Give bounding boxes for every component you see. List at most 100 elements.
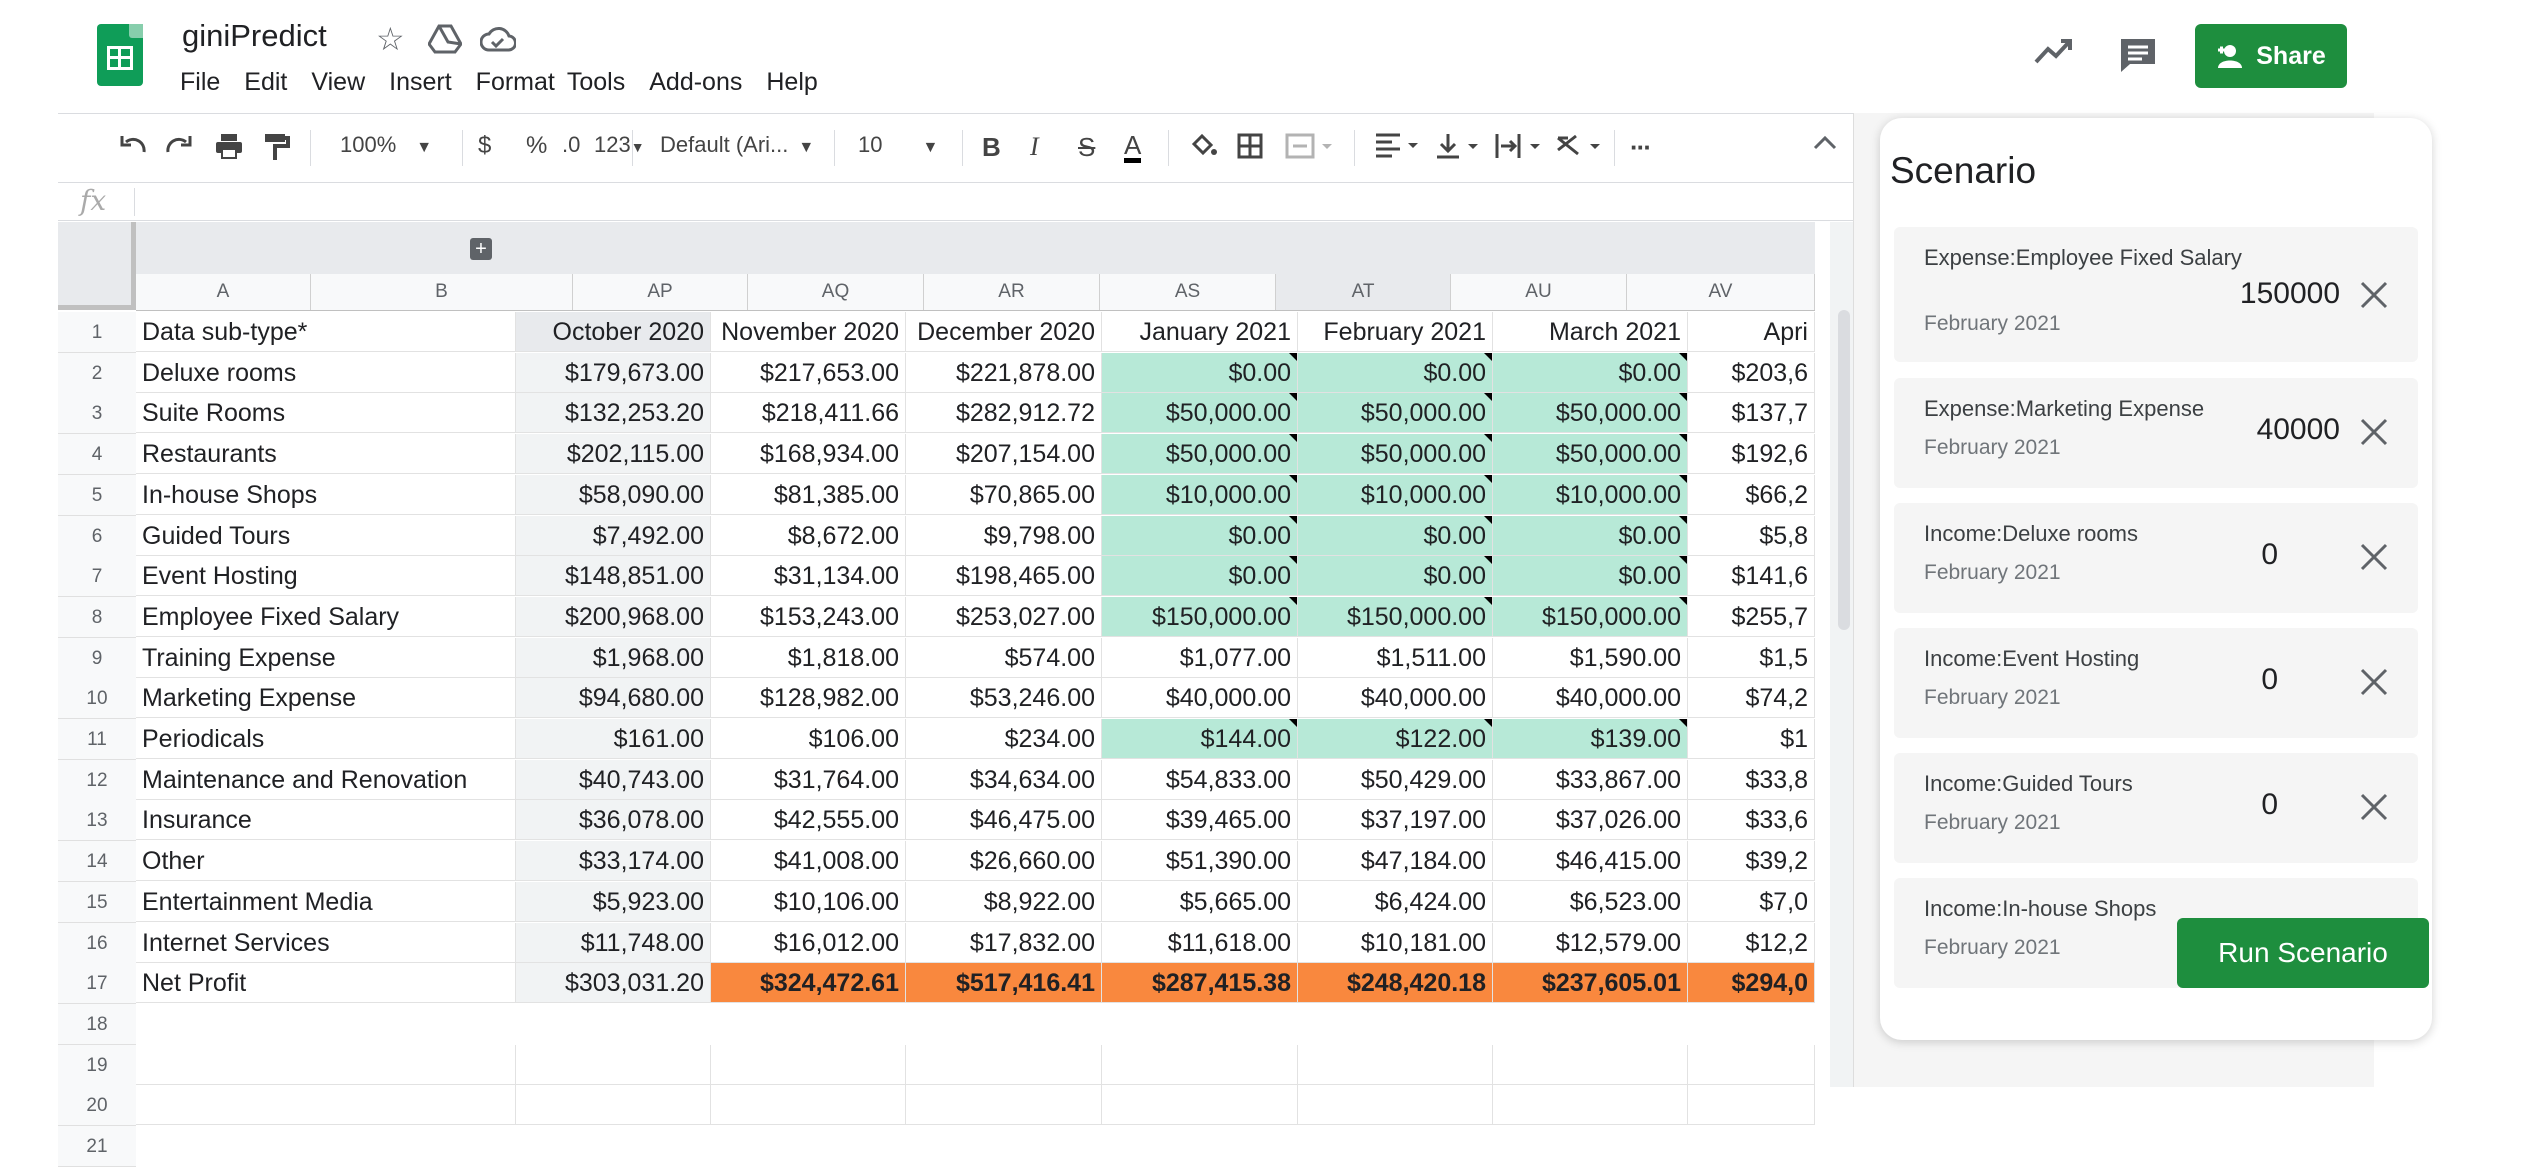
value-cell[interactable]: $1,5: [1688, 638, 1815, 678]
net-profit-cell[interactable]: $294,0: [1688, 963, 1815, 1003]
value-cell[interactable]: $11,618.00: [1102, 923, 1298, 963]
more-formats-button[interactable]: 123▼: [594, 132, 645, 158]
value-cell[interactable]: $81,385.00: [711, 475, 906, 515]
column-header-as[interactable]: AS: [1100, 274, 1276, 310]
row-label-cell[interactable]: Deluxe rooms: [136, 353, 516, 393]
vertical-align-icon[interactable]: [1434, 132, 1482, 166]
menu-file[interactable]: File: [180, 68, 220, 97]
value-cell[interactable]: $39,465.00: [1102, 800, 1298, 840]
scenario-item-value[interactable]: 150000: [2240, 277, 2340, 311]
net-profit-cell[interactable]: $517,416.41: [906, 963, 1102, 1003]
zoom-select[interactable]: 100% ▼: [340, 132, 432, 158]
row-label-cell[interactable]: Internet Services: [136, 923, 516, 963]
value-cell[interactable]: $203,6: [1688, 353, 1815, 393]
row-header[interactable]: 13: [58, 800, 136, 841]
percent-format-button[interactable]: %: [516, 132, 557, 160]
value-cell[interactable]: $1: [1688, 719, 1815, 759]
empty-cell[interactable]: [906, 1085, 1102, 1125]
menu-insert[interactable]: Insert: [389, 68, 452, 97]
month-header-cell[interactable]: Apri: [1688, 312, 1815, 352]
value-cell[interactable]: $50,000.00: [1102, 393, 1298, 433]
value-cell[interactable]: $253,027.00: [906, 597, 1102, 637]
row-header[interactable]: 21: [58, 1126, 136, 1167]
value-cell[interactable]: $207,154.00: [906, 434, 1102, 474]
value-cell[interactable]: $50,000.00: [1493, 393, 1688, 433]
value-cell[interactable]: $128,982.00: [711, 678, 906, 718]
row-header[interactable]: 17: [58, 963, 136, 1004]
move-to-drive-icon[interactable]: [427, 24, 463, 59]
value-cell[interactable]: $50,000.00: [1298, 434, 1493, 474]
row-header[interactable]: 4: [58, 434, 136, 475]
empty-cell[interactable]: [136, 1085, 516, 1125]
value-cell[interactable]: $10,000.00: [1102, 475, 1298, 515]
italic-button[interactable]: I: [1030, 132, 1039, 162]
row-header[interactable]: 9: [58, 638, 136, 679]
empty-cell[interactable]: [906, 1045, 1102, 1085]
row-header[interactable]: 6: [58, 516, 136, 557]
row-label-cell[interactable]: Other: [136, 841, 516, 881]
value-cell[interactable]: $34,634.00: [906, 760, 1102, 800]
value-cell[interactable]: $234.00: [906, 719, 1102, 759]
value-cell[interactable]: $202,115.00: [516, 434, 711, 474]
row-header[interactable]: 10: [58, 678, 136, 719]
value-cell[interactable]: $0.00: [1102, 556, 1298, 596]
value-cell[interactable]: $41,008.00: [711, 841, 906, 881]
remove-icon[interactable]: [2358, 416, 2390, 453]
value-cell[interactable]: $144.00: [1102, 719, 1298, 759]
select-all-corner[interactable]: [58, 222, 136, 310]
value-cell[interactable]: $10,106.00: [711, 882, 906, 922]
paint-format-icon[interactable]: [262, 132, 290, 168]
value-cell[interactable]: $153,243.00: [711, 597, 906, 637]
value-cell[interactable]: $10,000.00: [1298, 475, 1493, 515]
scenario-item-value[interactable]: 0: [2261, 788, 2278, 822]
text-wrap-icon[interactable]: [1494, 132, 1544, 166]
column-header-au[interactable]: AU: [1451, 274, 1627, 310]
expand-group-icon[interactable]: +: [470, 238, 492, 260]
share-button[interactable]: Share: [2195, 24, 2347, 88]
redo-icon[interactable]: [164, 132, 194, 164]
merge-cells-icon[interactable]: [1284, 132, 1334, 166]
empty-cell[interactable]: [1298, 1085, 1493, 1125]
value-cell[interactable]: $255,7: [1688, 597, 1815, 637]
value-cell[interactable]: $282,912.72: [906, 393, 1102, 433]
bold-button[interactable]: B: [982, 132, 1001, 163]
net-profit-cell[interactable]: $303,031.20: [516, 963, 711, 1003]
value-cell[interactable]: $33,174.00: [516, 841, 711, 881]
value-cell[interactable]: $10,000.00: [1493, 475, 1688, 515]
column-header-av[interactable]: AV: [1627, 274, 1815, 310]
row-header[interactable]: 7: [58, 556, 136, 597]
value-cell[interactable]: $37,026.00: [1493, 800, 1688, 840]
row-label-cell[interactable]: Restaurants: [136, 434, 516, 474]
horizontal-align-icon[interactable]: [1374, 132, 1422, 164]
column-header-ap[interactable]: AP: [573, 274, 748, 310]
value-cell[interactable]: $0.00: [1298, 516, 1493, 556]
value-cell[interactable]: $150,000.00: [1493, 597, 1688, 637]
row-label-cell[interactable]: Suite Rooms: [136, 393, 516, 433]
value-cell[interactable]: $0.00: [1493, 516, 1688, 556]
month-header-cell[interactable]: March 2021: [1493, 312, 1688, 352]
value-cell[interactable]: $218,411.66: [711, 393, 906, 433]
empty-cell[interactable]: [1688, 1045, 1815, 1085]
value-cell[interactable]: $50,000.00: [1102, 434, 1298, 474]
value-cell[interactable]: $26,660.00: [906, 841, 1102, 881]
sheets-logo[interactable]: [97, 24, 143, 86]
value-cell[interactable]: $106.00: [711, 719, 906, 759]
value-cell[interactable]: $6,523.00: [1493, 882, 1688, 922]
empty-cell[interactable]: [516, 1085, 711, 1125]
value-cell[interactable]: $51,390.00: [1102, 841, 1298, 881]
value-cell[interactable]: $40,000.00: [1493, 678, 1688, 718]
value-cell[interactable]: $40,000.00: [1298, 678, 1493, 718]
row-header[interactable]: 3: [58, 393, 136, 434]
value-cell[interactable]: $50,429.00: [1298, 760, 1493, 800]
value-cell[interactable]: $1,511.00: [1298, 638, 1493, 678]
menu-edit[interactable]: Edit: [244, 68, 287, 97]
net-profit-cell[interactable]: $237,605.01: [1493, 963, 1688, 1003]
value-cell[interactable]: $179,673.00: [516, 353, 711, 393]
value-cell[interactable]: $37,197.00: [1298, 800, 1493, 840]
document-title[interactable]: giniPredict: [182, 18, 327, 54]
text-color-button[interactable]: A: [1124, 132, 1142, 163]
value-cell[interactable]: $40,000.00: [1102, 678, 1298, 718]
collapse-toolbar-icon[interactable]: [1812, 132, 1838, 158]
value-cell[interactable]: $33,6: [1688, 800, 1815, 840]
remove-icon[interactable]: [2358, 541, 2390, 578]
